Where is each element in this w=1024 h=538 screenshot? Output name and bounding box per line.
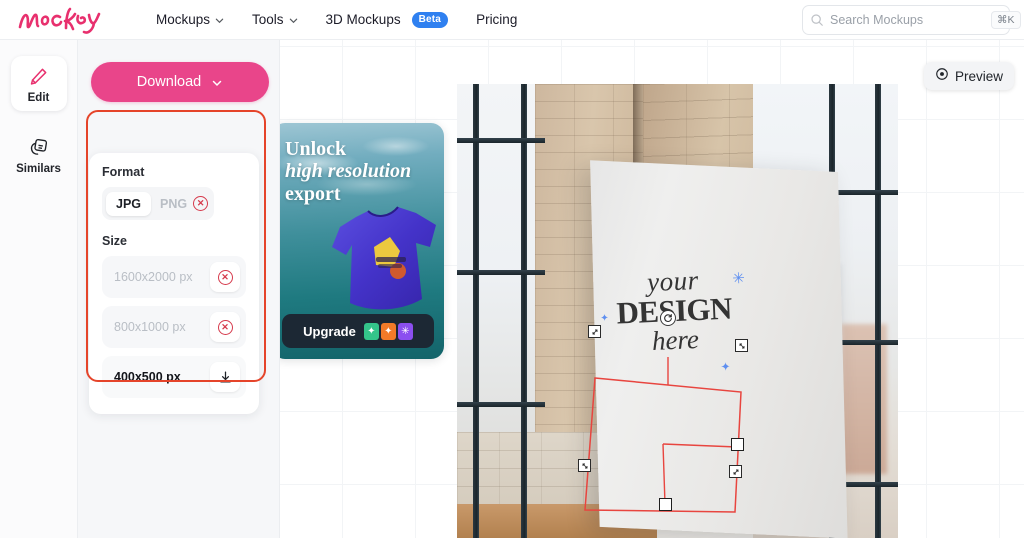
star-icon: ✳ (397, 322, 413, 340)
format-toggle-group: JPG PNG ✕ (102, 187, 214, 220)
size-option-400x500[interactable]: 400x500 px (102, 356, 246, 398)
search-bar[interactable]: ⌘K (802, 5, 1021, 35)
download-options-panel: Format JPG PNG ✕ Size 1600x2000 px ✕ 800… (89, 153, 259, 414)
chevron-down-icon (211, 77, 223, 89)
format-option-png-label: PNG (160, 196, 188, 211)
download-button-label: Download (136, 74, 202, 90)
upgrade-chips: ✦ ✦ ✳ (363, 322, 413, 340)
search-input[interactable] (830, 13, 991, 27)
locked-icon[interactable]: ✕ (210, 312, 240, 342)
nav-item-pricing[interactable]: Pricing (476, 12, 517, 27)
sidebar-item-edit[interactable]: Edit (10, 56, 67, 111)
promo-line-3: export (285, 182, 341, 205)
format-section-title: Format (102, 165, 145, 179)
search-shortcut-hint: ⌘K (991, 11, 1021, 29)
format-option-jpg[interactable]: JPG (106, 191, 152, 216)
sparkle-icon: ✦ (363, 322, 379, 340)
size-option-1600x2000-label: 1600x2000 px (114, 270, 193, 284)
size-option-400x500-label: 400x500 px (114, 370, 181, 384)
selection-overlay (584, 357, 742, 513)
locked-icon: ✕ (193, 196, 209, 211)
promo-line-2: high resolution (285, 160, 412, 183)
pencil-icon (28, 65, 49, 87)
download-panel-column: Download Format JPG PNG ✕ Size 1600x2000… (78, 40, 280, 538)
nav-item-mockups-label: Mockups (156, 12, 211, 27)
sidebar-item-similars-label: Similars (16, 163, 61, 175)
sidebar-item-edit-label: Edit (27, 92, 50, 104)
format-option-png[interactable]: PNG ✕ (151, 191, 215, 216)
left-tool-rail: Edit Similars (0, 40, 78, 538)
nav-item-pricing-label: Pricing (476, 12, 518, 27)
nav-item-tools-label: Tools (252, 12, 284, 27)
promo-headline: Unlock high resolution export (285, 138, 411, 205)
mockup-scene[interactable]: your DESIGN here ✳ ✦ ✦ (457, 84, 898, 538)
chevron-down-icon (215, 16, 224, 25)
chevron-down-icon (289, 16, 298, 25)
size-option-800x1000[interactable]: 800x1000 px ✕ (102, 306, 246, 348)
resize-handle-bottom-right[interactable] (729, 465, 742, 478)
locked-icon[interactable]: ✕ (210, 262, 240, 292)
beta-badge: Beta (411, 11, 449, 28)
preview-button-label: Preview (954, 68, 1003, 84)
resize-handle-bottom-middle[interactable] (659, 498, 672, 511)
layers-icon (28, 136, 49, 158)
eye-icon (935, 67, 949, 86)
app-root: Mockups Tools 3D Mockups Beta Pricing Se… (0, 0, 1024, 538)
resize-handle-right-middle[interactable] (731, 438, 744, 451)
top-navigation-bar: Mockups Tools 3D Mockups Beta Pricing Se… (0, 0, 1024, 40)
download-icon[interactable] (210, 362, 240, 392)
resize-handle-top-right[interactable] (735, 339, 748, 352)
nav-links: Mockups Tools 3D Mockups Beta Pricing (156, 11, 517, 28)
mockey-logo[interactable] (14, 3, 110, 37)
size-option-800x1000-label: 800x1000 px (114, 320, 186, 334)
nav-item-3d-mockups-label: 3D Mockups (325, 12, 401, 27)
nav-item-mockups[interactable]: Mockups (156, 12, 224, 27)
size-option-1600x2000[interactable]: 1600x2000 px ✕ (102, 256, 246, 298)
promo-line-1: Unlock (285, 138, 347, 160)
download-button[interactable]: Download (91, 62, 269, 102)
rotate-icon[interactable] (660, 310, 676, 326)
sparkle-icon: ✦ (380, 322, 396, 340)
upgrade-promo-card[interactable]: Unlock high resolution export Upgrade ✦ … (272, 123, 444, 359)
preview-button[interactable]: Preview (923, 62, 1014, 90)
sidebar-item-similars[interactable]: Similars (11, 127, 67, 182)
upgrade-button-label: Upgrade (303, 323, 356, 339)
search-icon (810, 13, 824, 27)
tshirt-illustration (324, 195, 444, 323)
nav-item-3d-mockups[interactable]: 3D Mockups Beta (325, 11, 449, 28)
size-section-title: Size (102, 234, 128, 248)
nav-item-tools[interactable]: Tools (252, 12, 298, 27)
resize-handle-top-left[interactable] (588, 325, 601, 338)
resize-handle-bottom-left[interactable] (578, 459, 591, 472)
upgrade-button[interactable]: Upgrade ✦ ✦ ✳ (282, 314, 434, 348)
